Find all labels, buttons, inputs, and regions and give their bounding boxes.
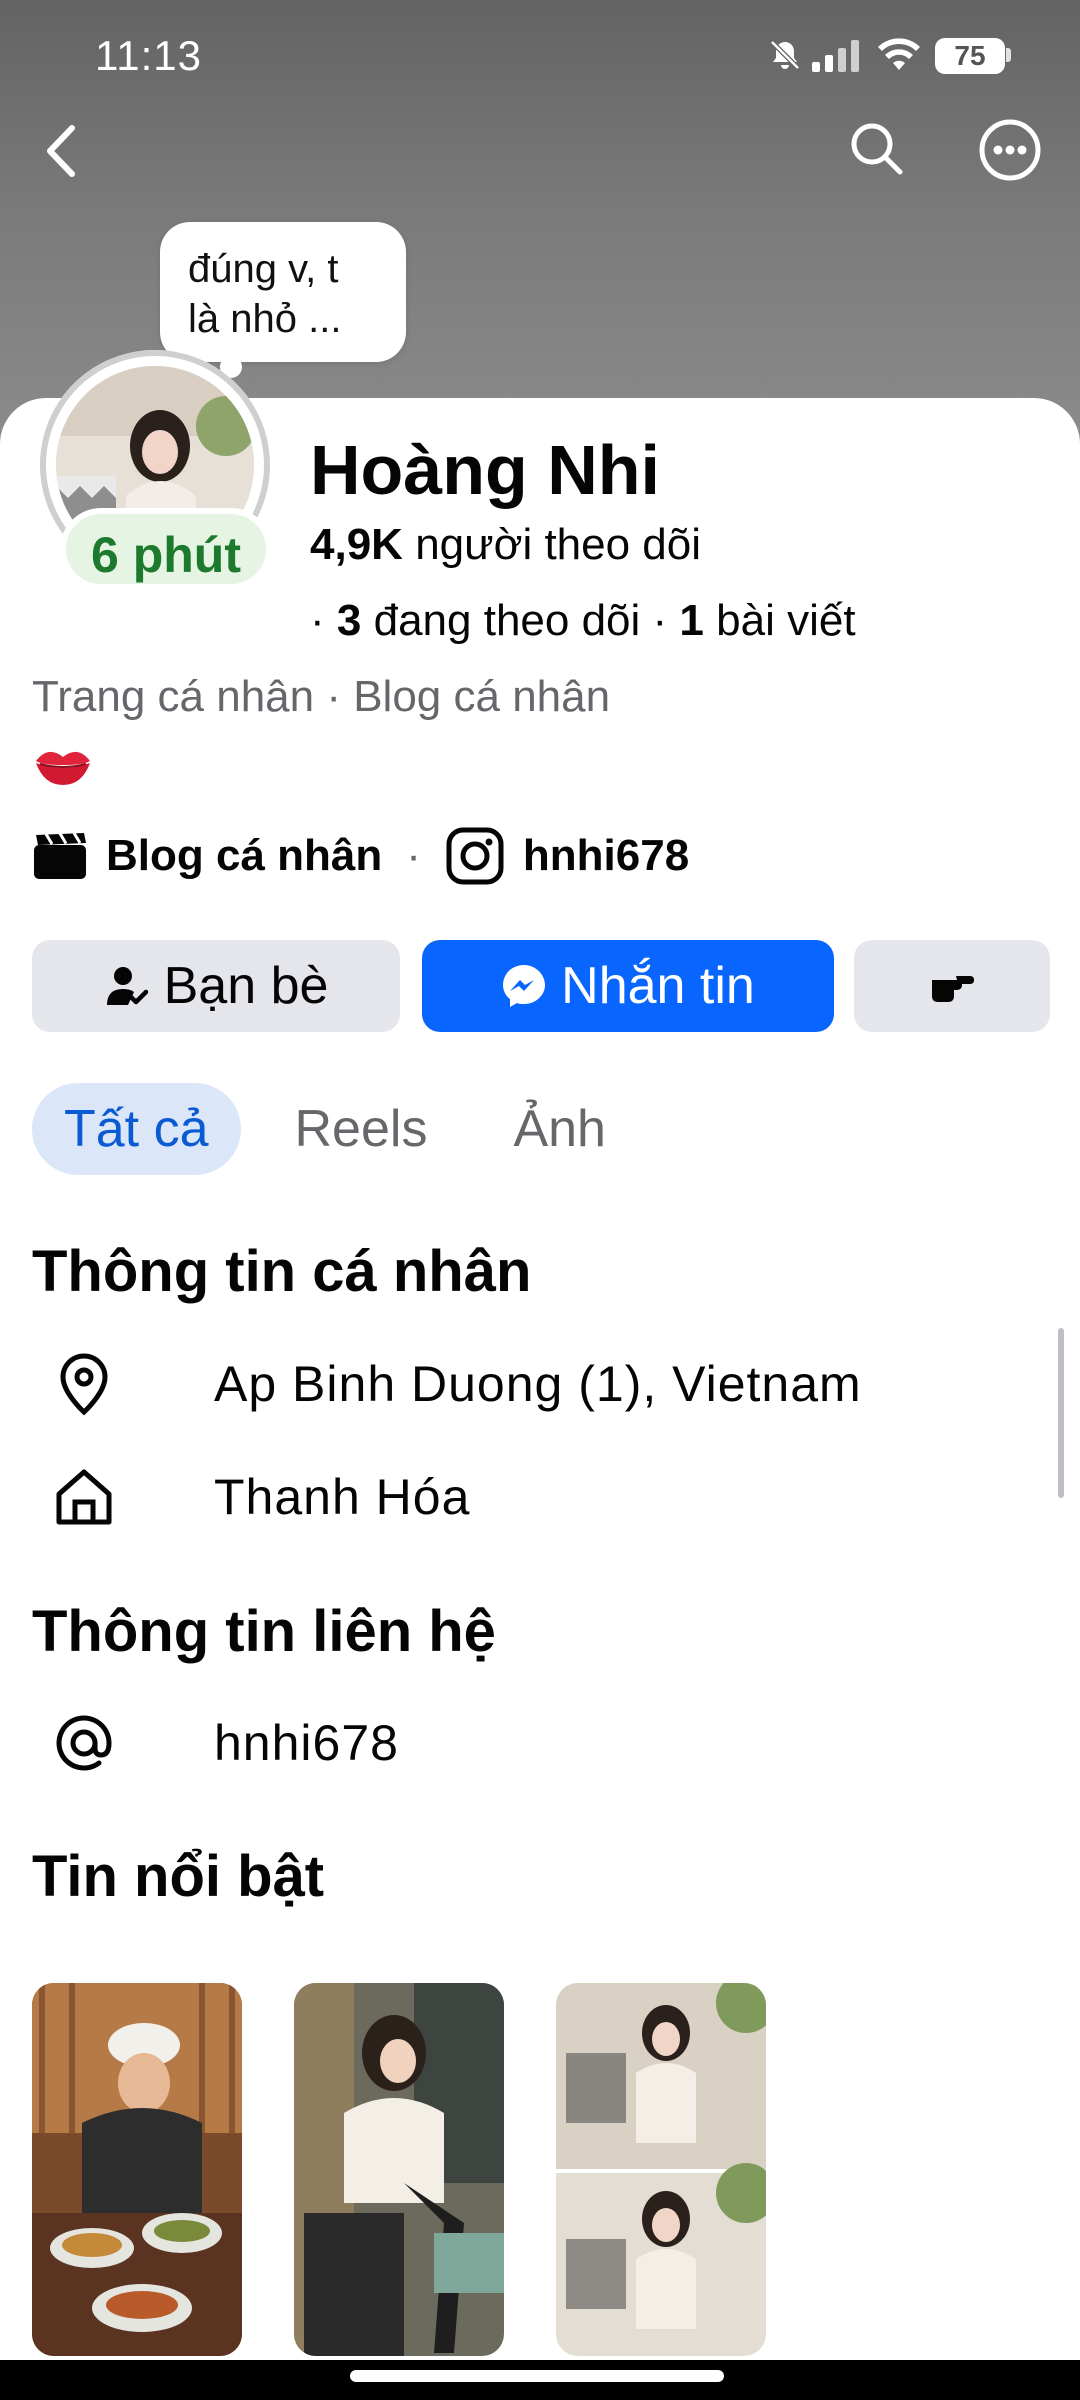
status-bar: 11:13 75 — [0, 0, 1080, 110]
home-indicator[interactable] — [350, 2370, 724, 2382]
note-bubble[interactable]: đúng v, t là nhỏ ... — [160, 222, 406, 362]
location-row: Ap Binh Duong (1), Vietnam — [48, 1344, 862, 1424]
tab-all[interactable]: Tất cả — [32, 1083, 241, 1175]
hometown-text: Thanh Hóa — [214, 1469, 471, 1525]
profile-name: Hoàng Nhi — [310, 431, 660, 509]
signal-icon — [812, 40, 859, 72]
followers-label: người theo dõi — [415, 520, 702, 569]
search-icon[interactable] — [846, 118, 906, 178]
location-text: Ap Binh Duong (1), Vietnam — [214, 1356, 862, 1412]
following-count: 3 — [336, 596, 362, 645]
wifi-icon — [878, 38, 920, 70]
hometown-row: Thanh Hóa — [48, 1457, 470, 1537]
following-label: đang theo dõi · — [373, 596, 668, 645]
highlight-item[interactable] — [32, 1983, 242, 2356]
link-separator: · — [406, 831, 421, 880]
message-button-label: Nhắn tin — [561, 957, 755, 1015]
featured-highlights — [32, 1983, 766, 2356]
profile-tabs: Tất cả Reels Ảnh — [32, 1083, 638, 1175]
mute-icon — [770, 40, 800, 70]
highlight-item[interactable] — [294, 1983, 504, 2356]
status-time: 11:13 — [95, 32, 202, 79]
contact-info-title: Thông tin liên hệ — [32, 1599, 496, 1664]
instagram-link[interactable]: hnhi678 — [523, 831, 689, 881]
kiss-lips-icon — [36, 751, 90, 785]
messenger-icon — [503, 965, 546, 1007]
friend-check-icon — [106, 967, 148, 1005]
highlight-thumbnail — [32, 1983, 242, 2356]
profile-links: Blog cá nhân · hnhi678 — [32, 826, 689, 886]
following-posts-stat[interactable]: · 3 đang theo dõi · 1 bài viết — [310, 596, 856, 646]
message-button[interactable]: Nhắn tin — [422, 940, 834, 1032]
back-arrow-icon[interactable] — [38, 120, 88, 182]
tab-reels[interactable]: Reels — [263, 1083, 460, 1175]
at-sign-icon — [56, 1715, 112, 1771]
personal-info-title: Thông tin cá nhân — [32, 1239, 532, 1304]
active-status-badge: 6 phút — [60, 508, 272, 590]
contact-username-row: hnhi678 — [48, 1703, 399, 1783]
battery-tip — [1006, 48, 1011, 62]
followers-stat[interactable]: 4,9K người theo dõi — [310, 520, 701, 570]
tab-photos[interactable]: Ảnh — [481, 1083, 638, 1175]
highlight-thumbnail — [556, 1983, 766, 2356]
highlight-item[interactable] — [556, 1983, 766, 2356]
profile-category: Trang cá nhân · Blog cá nhân — [32, 672, 611, 721]
following-prefix: · — [310, 596, 325, 645]
featured-title: Tin nổi bật — [32, 1844, 325, 1909]
blog-link[interactable]: Blog cá nhân — [106, 831, 382, 881]
location-pin-icon — [60, 1353, 108, 1416]
followers-count: 4,9K — [310, 520, 403, 569]
more-actions-button[interactable] — [854, 940, 1050, 1032]
pointing-hand-icon — [932, 976, 974, 1002]
battery-indicator: 75 — [935, 38, 1005, 74]
bio — [32, 735, 94, 802]
posts-count: 1 — [679, 596, 704, 645]
instagram-icon — [446, 827, 504, 885]
contact-username: hnhi678 — [214, 1715, 399, 1771]
friends-button-label: Bạn bè — [163, 957, 329, 1015]
scrollbar[interactable] — [1058, 1328, 1064, 1498]
more-options-icon[interactable] — [978, 118, 1042, 182]
highlight-thumbnail — [294, 1983, 504, 2356]
home-icon — [56, 1469, 112, 1525]
note-text-line1: đúng v, t — [188, 247, 339, 291]
clapperboard-icon — [34, 832, 86, 879]
friends-button[interactable]: Bạn bè — [32, 940, 400, 1032]
posts-label: bài viết — [716, 596, 856, 645]
note-text-line2: là nhỏ ... — [188, 297, 342, 341]
